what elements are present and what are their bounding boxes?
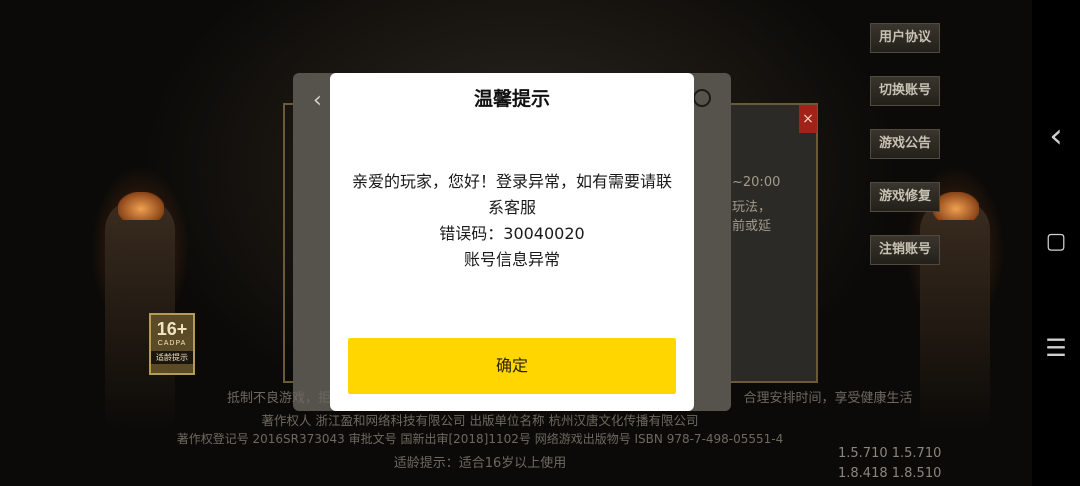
age-rating-tip: 适龄提示 [151, 351, 193, 364]
background-back-icon: ‹ [313, 88, 322, 113]
error-code-text: 错误码：30040020 [439, 224, 585, 243]
footer-copyright: 著作权人 浙江盈和网络科技有限公司 出版单位名称 杭州汉唐文化传播有限公司 [261, 413, 699, 428]
back-icon[interactable]: ‹ [1032, 116, 1080, 156]
game-announcement-button[interactable]: 游戏公告 [870, 129, 940, 159]
background-frame-right [728, 103, 818, 383]
warm-tip-dialog: 温馨提示 亲爱的玩家，您好！登录异常，如有需要请联 系客服 错误码：300400… [330, 73, 694, 411]
confirm-button[interactable]: 确定 [348, 338, 676, 394]
switch-account-button[interactable]: 切换账号 [870, 76, 940, 106]
left-torch [118, 192, 164, 220]
age-rating-number: 16+ [156, 319, 188, 339]
age-rating-org: CADPA [157, 340, 187, 347]
version-label: 1.8.418 1.8.510 [838, 466, 942, 481]
background-text-line: 前或延 [732, 219, 772, 234]
background-close-button[interactable]: × [799, 105, 817, 133]
background-text-line: 玩法， [732, 200, 772, 215]
user-agreement-button[interactable]: 用户协议 [870, 23, 940, 53]
footer-registration: 著作权登记号 2016SR373043 审批文号 国新出审[2018]1102号… [176, 432, 784, 446]
dialog-message: 亲爱的玩家，您好！登录异常，如有需要请联 系客服 错误码：30040020 账号… [344, 169, 680, 273]
dialog-title: 温馨提示 [473, 88, 550, 110]
error-detail-text: 账号信息异常 [463, 250, 560, 269]
background-text-line: ~20:00 [732, 175, 781, 190]
customer-service-icon [693, 89, 711, 107]
deactivate-account-button[interactable]: 注销账号 [870, 235, 940, 265]
menu-icon[interactable]: ☰ [1032, 334, 1080, 362]
home-icon[interactable]: ▢ [1032, 229, 1080, 254]
dialog-message-line: 系客服 [487, 198, 536, 217]
version-label: 1.5.710 1.5.710 [838, 446, 942, 461]
age-rating-badge: 16+ CADPA 适龄提示 [149, 313, 195, 375]
game-repair-button[interactable]: 游戏修复 [870, 182, 940, 212]
system-navigation-bar: ‹ ▢ ☰ [1032, 0, 1080, 486]
dialog-message-line: 亲爱的玩家，您好！登录异常，如有需要请联 [351, 172, 672, 191]
